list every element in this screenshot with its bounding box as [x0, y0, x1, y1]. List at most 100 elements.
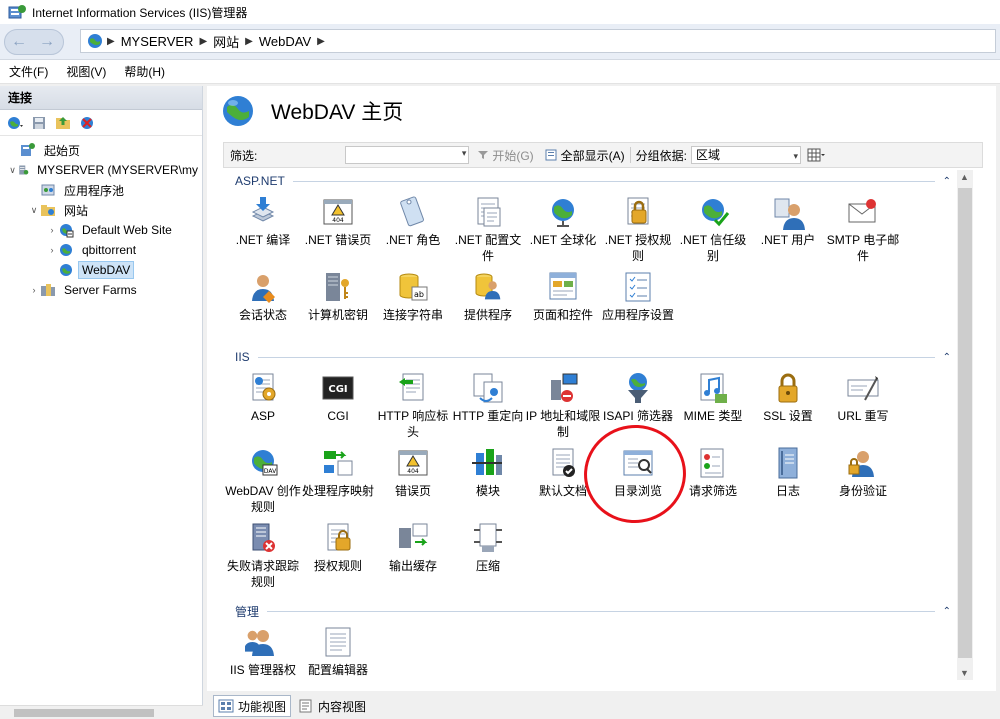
collapse-chevron-icon[interactable]: ⌃ — [943, 352, 951, 363]
feature-item[interactable]: 输出缓存 — [375, 520, 451, 574]
up-folder-icon[interactable] — [54, 114, 72, 132]
feature-item[interactable]: 会话状态 — [225, 269, 301, 323]
page-header: WebDAV 主页 — [221, 94, 403, 128]
feature-item[interactable]: 404 错误页 — [375, 445, 451, 499]
breadcrumb-sites[interactable]: 网站 — [213, 32, 239, 51]
group-header[interactable]: ASP.NET ⌃ — [223, 172, 957, 190]
feature-item[interactable]: .NET 角色 — [375, 194, 451, 248]
feature-item[interactable]: 计算机密钥 — [300, 269, 376, 323]
webdav-globe-icon: DAV — [252, 450, 278, 476]
feature-item[interactable]: ISAPI 筛选器 — [600, 370, 676, 424]
feature-item[interactable]: .NET 授权规则 — [600, 194, 676, 264]
view-mode-button[interactable] — [807, 148, 828, 162]
feature-item[interactable]: 提供程序 — [450, 269, 526, 323]
feature-label: 默认文档 — [538, 484, 587, 498]
feature-item[interactable]: SMTP 电子邮件 — [825, 194, 901, 264]
feature-item[interactable]: SSL 设置 — [750, 370, 826, 424]
tree-item-app-pools[interactable]: 应用程序池 — [0, 180, 202, 200]
group-title: 管理 — [235, 604, 260, 619]
feature-label: 处理程序映射 — [301, 484, 374, 498]
filter-input[interactable] — [345, 146, 470, 164]
address-bar[interactable]: ▶ MYSERVER ▶ 网站 ▶ WebDAV ▶ — [80, 29, 996, 53]
connect-globe-icon[interactable] — [6, 114, 24, 132]
group-header[interactable]: IIS ⌃ — [223, 348, 957, 366]
tree-item-sites[interactable]: ∨ 网站 — [0, 200, 202, 220]
feature-item[interactable]: .NET 信任级别 — [675, 194, 751, 264]
feature-item[interactable]: CGI CGI — [300, 370, 376, 424]
scroll-thumb[interactable] — [14, 709, 154, 717]
feature-item[interactable]: URL 重写 — [825, 370, 901, 424]
feature-item[interactable]: 日志 — [750, 445, 826, 499]
tree-item-default-web-site[interactable]: › Default Web Site — [0, 220, 202, 240]
navigation-bar: ← → ▶ MYSERVER ▶ 网站 ▶ WebDAV ▶ — [0, 24, 1000, 60]
breadcrumb-webdav[interactable]: WebDAV — [259, 34, 311, 49]
scroll-thumb[interactable] — [958, 188, 972, 658]
modules-icon — [472, 449, 502, 475]
feature-item[interactable]: 配置编辑器 — [300, 624, 376, 678]
menu-file[interactable]: 文件(F) — [0, 63, 57, 80]
scroll-up-icon[interactable]: ▲ — [960, 172, 969, 182]
tree-item-qbittorrent[interactable]: › qbittorrent — [0, 240, 202, 260]
collapse-chevron-icon[interactable]: ⌃ — [943, 176, 951, 187]
back-arrow-icon[interactable]: ← — [6, 30, 32, 54]
feature-item[interactable]: ASP — [225, 370, 301, 424]
expand-chevron-icon[interactable]: › — [46, 245, 58, 255]
profile-doc-icon — [477, 197, 501, 227]
disconnect-icon[interactable] — [78, 114, 96, 132]
expand-chevron-icon[interactable]: › — [46, 225, 58, 235]
feature-item[interactable]: 模块 — [450, 445, 526, 499]
feature-item[interactable]: IIS 管理器权限 — [225, 624, 301, 680]
feature-label: 错误页 — [394, 484, 431, 498]
save-icon[interactable] — [30, 114, 48, 132]
feature-item[interactable]: 目录浏览 — [600, 445, 676, 499]
feature-item[interactable]: ab 连接字符串 — [375, 269, 451, 323]
feature-item[interactable]: 处理程序映射 — [300, 445, 376, 499]
horizontal-scrollbar[interactable] — [0, 705, 203, 719]
feature-item[interactable]: .NET 编译 — [225, 194, 301, 248]
feature-item[interactable]: 请求筛选 — [675, 445, 751, 499]
page-controls-icon — [549, 272, 577, 300]
show-all-button[interactable]: 全部显示(A) — [544, 147, 625, 164]
breadcrumb-server[interactable]: MYSERVER — [121, 34, 194, 49]
feature-item[interactable]: HTTP 响应标头 — [375, 370, 451, 440]
start-filter-button[interactable]: 开始(G) — [477, 147, 534, 164]
scroll-down-icon[interactable]: ▼ — [960, 668, 969, 678]
tree-item-server[interactable]: ∨ MYSERVER (MYSERVER\my — [0, 160, 202, 180]
feature-item[interactable]: .NET 全球化 — [525, 194, 601, 248]
collapse-chevron-icon[interactable]: ⌃ — [943, 606, 951, 617]
forward-arrow-icon[interactable]: → — [34, 30, 60, 54]
crumb-separator: ▶ — [199, 35, 208, 47]
expand-chevron-icon[interactable]: › — [28, 285, 40, 295]
tab-content-view[interactable]: 内容视图 — [293, 695, 371, 717]
filter-bar: 筛选: 开始(G) 全部显示(A) 分组依据: 区域 — [223, 142, 983, 168]
group-by-select[interactable]: 区域 — [691, 146, 802, 164]
feature-item[interactable]: MIME 类型 — [675, 370, 751, 424]
group-header[interactable]: 管理 ⌃ — [223, 602, 957, 620]
collapse-chevron-icon[interactable]: ∨ — [28, 205, 40, 216]
feature-item[interactable]: HTTP 重定向 — [450, 370, 526, 424]
feature-item[interactable]: 页面和控件 — [525, 269, 601, 323]
globe-check-icon — [702, 199, 730, 227]
feature-item[interactable]: 失败请求跟踪规则 — [225, 520, 301, 590]
feature-item[interactable]: 授权规则 — [300, 520, 376, 574]
menu-help[interactable]: 帮助(H) — [115, 63, 174, 80]
feature-label: IIS 管理器权限 — [229, 663, 296, 680]
tree-item-start-page[interactable]: 起始页 — [0, 140, 202, 160]
feature-item[interactable]: 应用程序设置 — [600, 269, 676, 323]
menu-view[interactable]: 视图(V) — [57, 63, 115, 80]
tree-item-webdav[interactable]: WebDAV — [0, 260, 202, 280]
feature-item[interactable]: DAV WebDAV 创作规则 — [225, 445, 301, 515]
feature-item[interactable]: IP 地址和域限制 — [525, 370, 601, 440]
tab-features-view[interactable]: 功能视图 — [213, 695, 292, 717]
feature-item[interactable]: 404 .NET 错误页 — [300, 194, 376, 248]
download-stack-icon — [251, 197, 275, 222]
feature-item[interactable]: 默认文档 — [525, 445, 601, 499]
tree-item-server-farms[interactable]: › Server Farms — [0, 280, 202, 300]
feature-item[interactable]: 压缩 — [450, 520, 526, 574]
vertical-scrollbar[interactable]: ▲ ▼ — [957, 170, 973, 680]
collapse-chevron-icon[interactable]: ∨ — [8, 165, 17, 176]
feature-item[interactable]: .NET 配置文件 — [450, 194, 526, 264]
feature-item[interactable]: .NET 用户 — [750, 194, 826, 248]
feature-item[interactable]: 身份验证 — [825, 445, 901, 499]
request-filter-icon — [700, 448, 724, 478]
